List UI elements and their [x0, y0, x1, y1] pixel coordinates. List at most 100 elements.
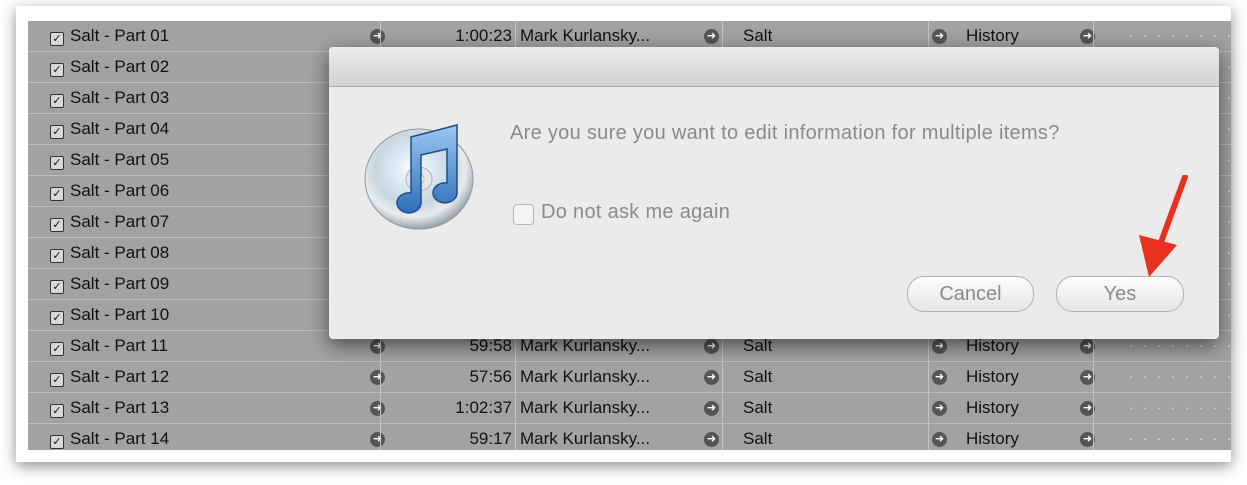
track-name-cell: ✓ Salt - Part 05 — [50, 145, 370, 175]
arrow-circle-icon[interactable]: ➜ — [932, 432, 947, 447]
album-cell: Salt — [743, 398, 773, 417]
track-name-cell: ✓ Salt - Part 12 — [50, 362, 370, 392]
itunes-cd-icon — [364, 124, 474, 230]
column-divider — [722, 424, 723, 450]
arrow-circle-icon[interactable]: ➜ — [704, 370, 719, 385]
rating-dots[interactable] — [1124, 345, 1231, 347]
arrow-circle-icon[interactable]: ➜ — [704, 432, 719, 447]
dialog-message: Are you sure you want to edit informatio… — [510, 122, 1060, 144]
track-name: Salt - Part 11 — [70, 336, 168, 355]
track-name: Salt - Part 08 — [70, 243, 170, 262]
arrow-circle-icon[interactable]: ➜ — [370, 370, 385, 385]
column-divider — [380, 393, 381, 423]
artist-cell: Mark Kurlansky... — [520, 398, 651, 417]
track-name-cell: ✓ Salt - Part 14 — [50, 424, 370, 450]
column-divider — [380, 424, 381, 450]
time-cell: 59:17 — [469, 429, 512, 448]
rating-dots[interactable] — [1124, 407, 1231, 409]
checkbox-checked-icon[interactable]: ✓ — [50, 218, 64, 232]
arrow-circle-icon[interactable]: ➜ — [932, 29, 947, 44]
cancel-button[interactable]: Cancel — [907, 276, 1034, 312]
genre-cell: History — [966, 367, 1019, 386]
track-name: Salt - Part 04 — [70, 119, 170, 138]
track-name: Salt - Part 13 — [70, 398, 170, 417]
column-divider — [515, 362, 516, 392]
column-divider — [1093, 393, 1094, 423]
track-name: Salt - Part 05 — [70, 150, 170, 169]
do-not-ask-checkbox[interactable] — [513, 204, 534, 225]
do-not-ask-label[interactable]: Do not ask me again — [541, 201, 730, 224]
genre-cell: History — [966, 429, 1019, 448]
checkbox-checked-icon[interactable]: ✓ — [50, 125, 64, 139]
track-name: Salt - Part 10 — [70, 305, 170, 324]
track-name: Salt - Part 12 — [70, 367, 170, 386]
arrow-circle-icon[interactable]: ➜ — [370, 29, 385, 44]
track-name-cell: ✓ Salt - Part 09 — [50, 269, 370, 299]
track-name: Salt - Part 02 — [70, 57, 170, 76]
album-cell: Salt — [743, 367, 773, 386]
rating-dots[interactable] — [1124, 438, 1231, 440]
track-name: Salt - Part 01 — [70, 26, 170, 45]
time-cell: 1:02:37 — [455, 398, 512, 417]
table-row[interactable]: ✓ Salt - Part 13 1:02:37 Mark Kurlansky... S… — [28, 393, 1231, 424]
arrow-circle-icon[interactable]: ➜ — [932, 339, 947, 354]
dialog-titlebar[interactable] — [329, 47, 1219, 87]
rating-dots[interactable] — [1124, 35, 1231, 37]
arrow-circle-icon[interactable]: ➜ — [932, 401, 947, 416]
red-arrow-pointer-icon — [1139, 175, 1188, 277]
checkbox-checked-icon[interactable]: ✓ — [50, 32, 64, 46]
track-name: Salt - Part 03 — [70, 88, 170, 107]
arrow-circle-icon[interactable]: ➜ — [932, 370, 947, 385]
column-divider — [722, 362, 723, 392]
checkbox-checked-icon[interactable]: ✓ — [50, 94, 64, 108]
track-name: Salt - Part 07 — [70, 212, 170, 231]
checkbox-checked-icon[interactable]: ✓ — [50, 187, 64, 201]
track-name-cell: ✓ Salt - Part 04 — [50, 114, 370, 144]
track-name-cell: ✓ Salt - Part 08 — [50, 238, 370, 268]
checkbox-checked-icon[interactable]: ✓ — [50, 404, 64, 418]
checkbox-checked-icon[interactable]: ✓ — [50, 311, 64, 325]
arrow-circle-icon[interactable]: ➜ — [370, 339, 385, 354]
track-name-cell: ✓ Salt - Part 07 — [50, 207, 370, 237]
arrow-circle-icon[interactable]: ➜ — [704, 401, 719, 416]
artist-cell: Mark Kurlansky... — [520, 367, 651, 386]
track-name-cell: ✓ Salt - Part 10 — [50, 300, 370, 330]
table-row[interactable]: ✓ Salt - Part 14 59:17 Mark Kurlansky... Sal… — [28, 424, 1231, 450]
checkbox-checked-icon[interactable]: ✓ — [50, 63, 64, 77]
arrow-circle-icon[interactable]: ➜ — [370, 432, 385, 447]
track-name-cell: ✓ Salt - Part 03 — [50, 83, 370, 113]
column-divider — [380, 362, 381, 392]
track-name: Salt - Part 14 — [70, 429, 170, 448]
checkbox-checked-icon[interactable]: ✓ — [50, 249, 64, 263]
arrow-circle-icon[interactable]: ➜ — [704, 339, 719, 354]
arrow-circle-icon[interactable]: ➜ — [704, 29, 719, 44]
column-divider — [928, 393, 929, 423]
checkbox-checked-icon[interactable]: ✓ — [50, 373, 64, 387]
column-divider — [722, 393, 723, 423]
genre-cell: History — [966, 398, 1019, 417]
column-divider — [515, 393, 516, 423]
track-name-cell: ✓ Salt - Part 06 — [50, 176, 370, 206]
column-divider — [1093, 424, 1094, 450]
column-divider — [1093, 362, 1094, 392]
confirm-dialog: Are you sure you want to edit informatio… — [329, 47, 1219, 339]
column-divider — [515, 424, 516, 450]
arrow-circle-icon[interactable]: ➜ — [370, 401, 385, 416]
track-name-cell: ✓ Salt - Part 02 — [50, 52, 370, 82]
track-name: Salt - Part 06 — [70, 181, 170, 200]
rating-dots[interactable] — [1124, 376, 1231, 378]
track-name-cell: ✓ Salt - Part 01 — [50, 21, 370, 51]
column-divider — [928, 424, 929, 450]
artist-cell: Mark Kurlansky... — [520, 429, 651, 448]
table-row[interactable]: ✓ Salt - Part 12 57:56 Mark Kurlansky... Sal… — [28, 362, 1231, 393]
track-name: Salt - Part 09 — [70, 274, 170, 293]
checkbox-checked-icon[interactable]: ✓ — [50, 280, 64, 294]
time-cell: 57:56 — [469, 367, 512, 386]
track-name-cell: ✓ Salt - Part 11 — [50, 331, 370, 361]
checkbox-checked-icon[interactable]: ✓ — [50, 435, 64, 449]
album-cell: Salt — [743, 429, 773, 448]
track-name-cell: ✓ Salt - Part 13 — [50, 393, 370, 423]
checkbox-checked-icon[interactable]: ✓ — [50, 342, 64, 356]
checkbox-checked-icon[interactable]: ✓ — [50, 156, 64, 170]
column-divider — [928, 362, 929, 392]
